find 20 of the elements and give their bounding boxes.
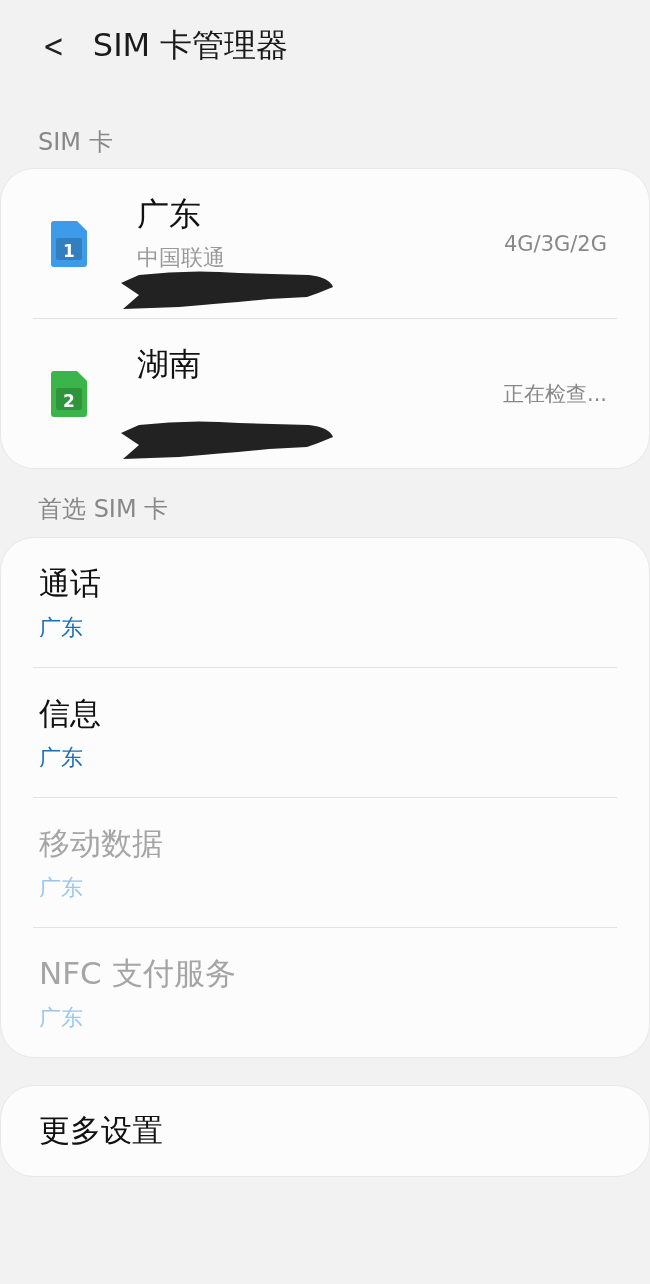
network-status: 正在检查... [502, 380, 607, 408]
page-title: SIM 卡管理器 [92, 25, 289, 66]
more-settings-item[interactable]: 更多设置 [0, 1085, 650, 1177]
sim-slot-number: 1 [63, 240, 75, 261]
carrier-name: 中国联通 [137, 244, 225, 272]
setting-value: 广东 [39, 613, 83, 642]
sim-name: 湖南 [137, 344, 201, 385]
sim-name: 广东 [137, 194, 201, 235]
network-status: 4G/3G/2G [503, 231, 607, 256]
setting-value: 广东 [39, 1003, 83, 1032]
sim-slot-number: 2 [63, 390, 75, 411]
setting-title[interactable]: 通话 [39, 562, 101, 605]
section-header: 首选 SIM 卡 [37, 494, 170, 525]
setting-value: 广东 [39, 873, 83, 902]
sim-row[interactable]: 1 广东 中国联通 4G/3G/2G [33, 169, 617, 318]
sim-row[interactable]: 2 湖南 正在检查... [33, 319, 617, 468]
setting-title[interactable]: 信息 [39, 692, 101, 735]
back-button[interactable]: < [39, 27, 68, 65]
setting-value: 广东 [39, 743, 83, 772]
section-header: SIM 卡 [37, 127, 114, 158]
